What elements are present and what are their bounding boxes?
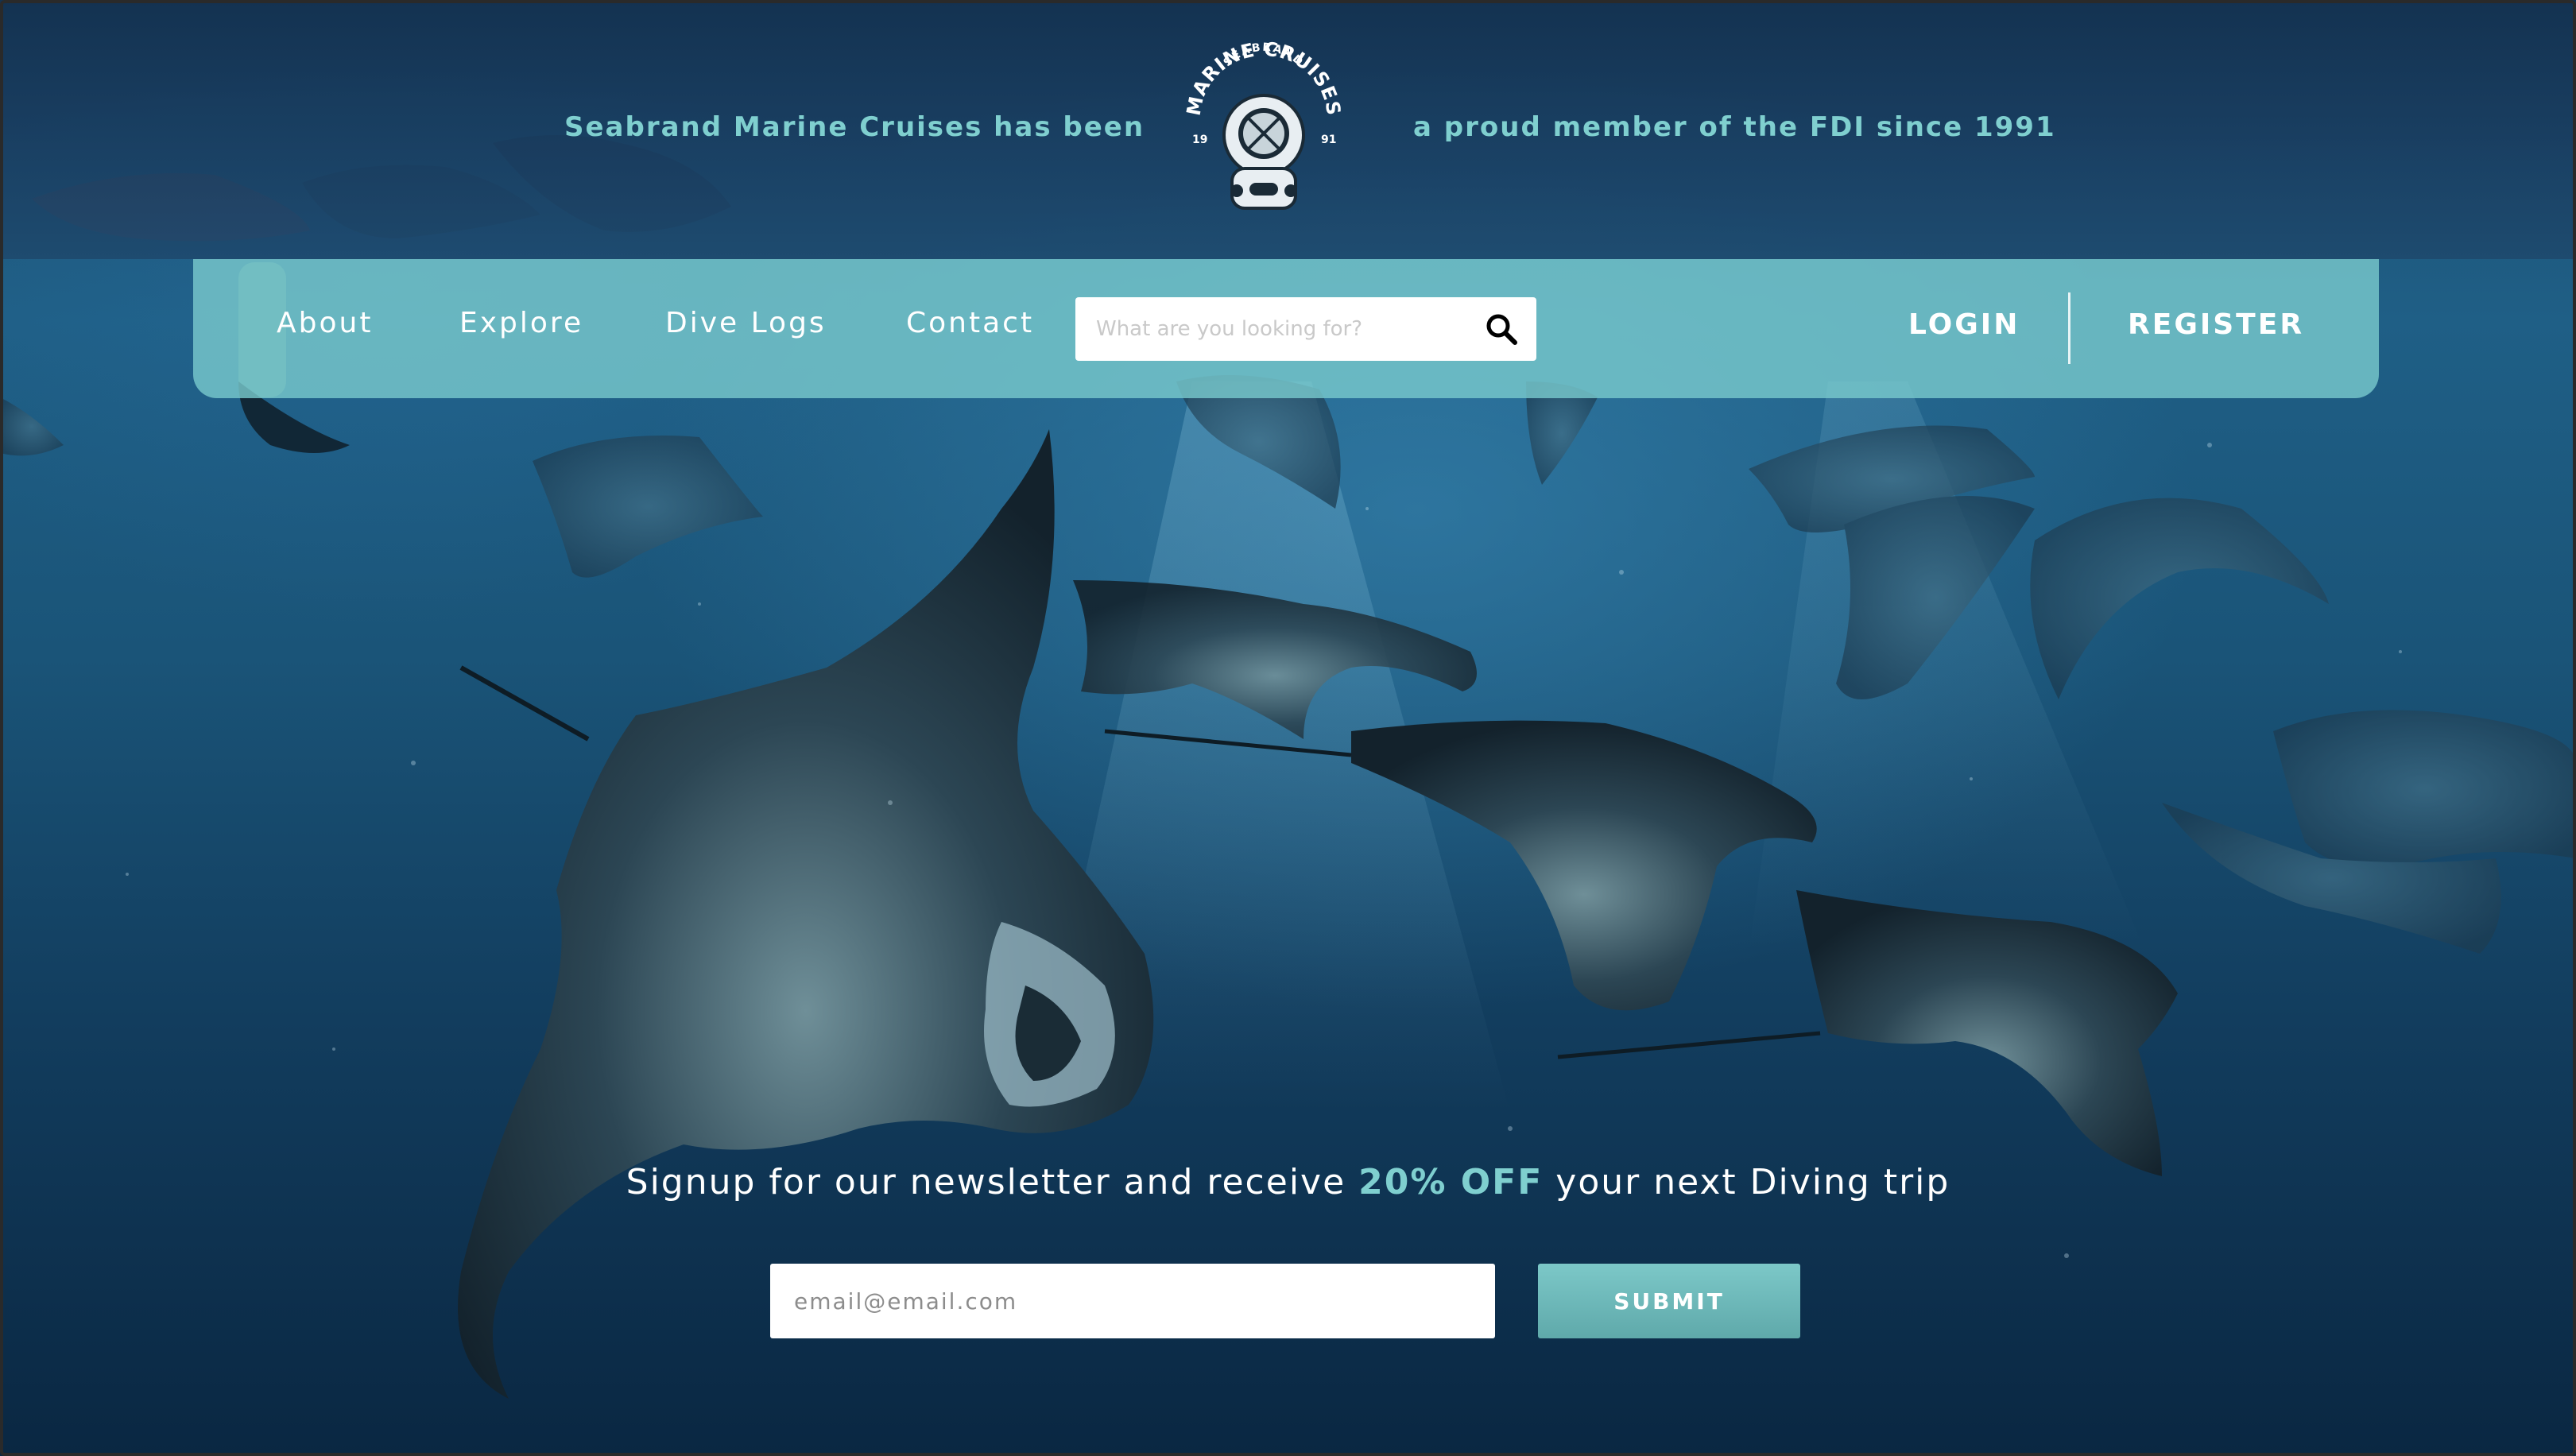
auth-divider: [2068, 292, 2070, 364]
main-navbar: About Explore Dive Logs Contact LOGIN RE…: [193, 259, 2379, 398]
newsletter-text-after: your next Diving trip: [1543, 1162, 1950, 1202]
logo-year-right: 91: [1321, 134, 1336, 146]
landing-page: Seabrand Marine Cruises has been a proud…: [0, 0, 2576, 1456]
email-field[interactable]: [770, 1264, 1495, 1338]
nav-item-dive-logs[interactable]: Dive Logs: [665, 307, 827, 339]
logo[interactable]: SEABRAND MARINE CRUISES 19 91: [1176, 32, 1351, 230]
search-input[interactable]: [1094, 305, 1468, 353]
newsletter-text-before: Signup for our newsletter and receive: [626, 1162, 1359, 1202]
newsletter-discount: 20% OFF: [1358, 1162, 1544, 1202]
register-button[interactable]: REGISTER: [2128, 308, 2304, 341]
main-manta-ray: [458, 429, 1154, 1399]
tagline-right: a proud member of the FDI since 1991: [1413, 111, 2056, 143]
nav-item-about[interactable]: About: [277, 307, 373, 339]
search-icon[interactable]: [1484, 312, 1519, 347]
nav-item-contact[interactable]: Contact: [906, 307, 1034, 339]
tagline-left: Seabrand Marine Cruises has been: [564, 111, 1145, 143]
nav-item-explore[interactable]: Explore: [459, 307, 583, 339]
logo-year-left: 19: [1192, 134, 1207, 146]
newsletter-message: Signup for our newsletter and receive 20…: [0, 1162, 2576, 1202]
search-box: [1075, 297, 1536, 361]
submit-button[interactable]: SUBMIT: [1538, 1264, 1800, 1338]
login-button[interactable]: LOGIN: [1908, 308, 2020, 341]
diving-helmet-icon: [1222, 94, 1305, 210]
